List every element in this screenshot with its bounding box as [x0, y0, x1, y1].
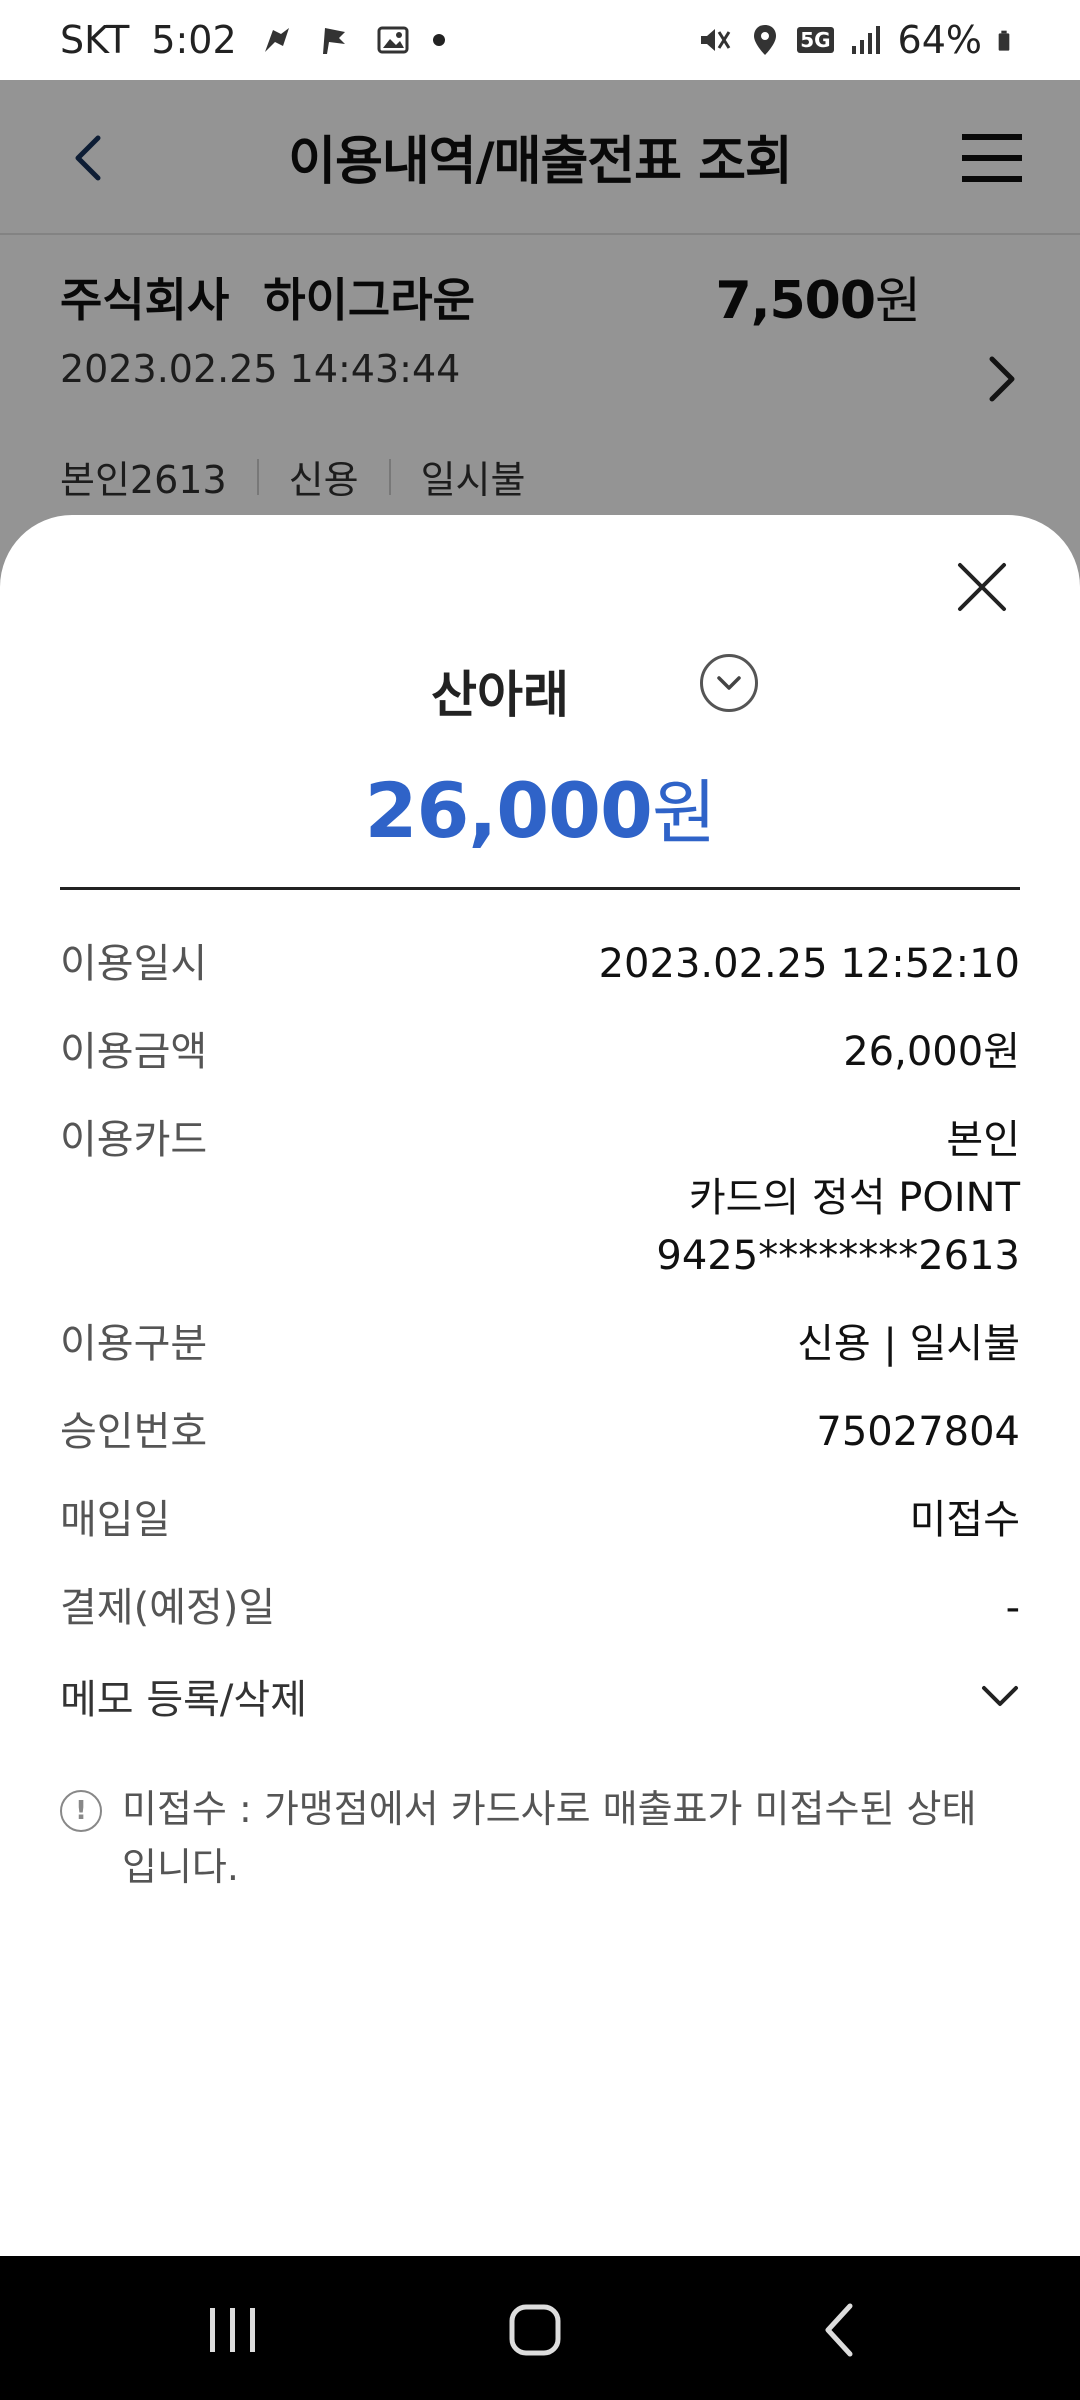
sheet-merchant-name: 산아래 — [431, 666, 569, 724]
back-nav-icon[interactable] — [806, 2300, 876, 2360]
card-owner: 본인 — [946, 1117, 1020, 1163]
detail-value: 미접수 — [909, 1497, 1020, 1543]
app-notification-icon — [264, 28, 289, 52]
flag-notification-icon — [322, 28, 345, 54]
notice-text: 미접수 : 가맹점에서 카드사로 매출표가 미접수된 상태 입니다. — [122, 1787, 977, 1889]
detail-label: 승인번호 — [60, 1409, 208, 1455]
signal-icon — [851, 26, 880, 54]
memo-toggle[interactable]: 메모 등록/삭제 — [60, 1667, 1020, 1725]
detail-value: 75027804 — [816, 1409, 1020, 1455]
card-name: 카드의 정석 POINT — [688, 1175, 1020, 1221]
memo-label: 메모 등록/삭제 — [60, 1677, 307, 1723]
battery-icon — [998, 30, 1010, 51]
notice: ! 미접수 : 가맹점에서 카드사로 매출표가 미접수된 상태 입니다. — [60, 1780, 1020, 1896]
card-number: 9425********2613 — [656, 1233, 1020, 1279]
detail-row-card: 이용카드 본인 카드의 정석 POINT 9425********2613 — [60, 1111, 1020, 1285]
home-icon[interactable] — [500, 2300, 570, 2360]
detail-label: 이용카드 — [60, 1117, 208, 1163]
detail-row-purchase-date: 매입일 미접수 — [60, 1491, 1020, 1549]
close-icon[interactable] — [954, 559, 1010, 615]
sheet-amount-value: 26,000 — [364, 766, 653, 855]
sheet-amount: 26,000원 — [0, 757, 1080, 858]
clock: 5:02 — [151, 18, 237, 62]
detail-label: 매입일 — [60, 1497, 171, 1543]
detail-row-payment-date: 결제(예정)일 - — [60, 1579, 1020, 1637]
detail-label: 이용일시 — [60, 941, 208, 987]
detail-value: 본인 카드의 정석 POINT 9425********2613 — [656, 1111, 1020, 1285]
gallery-notification-icon — [377, 26, 409, 54]
detail-label: 이용구분 — [60, 1321, 208, 1367]
amount-divider — [60, 887, 1020, 890]
chevron-down-icon — [717, 676, 741, 690]
detail-row-approval: 승인번호 75027804 — [60, 1403, 1020, 1461]
detail-row-amount: 이용금액 26,000원 — [60, 1023, 1020, 1081]
detail-value: 신용 | 일시불 — [797, 1321, 1020, 1367]
system-nav-bar — [0, 2256, 1080, 2400]
detail-list: 이용일시 2023.02.25 12:52:10 이용금액 26,000원 이용… — [60, 935, 1020, 1725]
transaction-detail-sheet: 산아래 26,000원 이용일시 2023.02.25 12:52:10 이용금… — [0, 515, 1080, 2256]
detail-label: 결제(예정)일 — [60, 1585, 276, 1631]
recent-apps-icon[interactable] — [198, 2300, 268, 2360]
chevron-down-icon — [982, 1686, 1018, 1706]
network-type-label: 5G — [797, 27, 834, 53]
merchant-expand-button[interactable] — [700, 654, 758, 712]
vibrate-mute-icon — [701, 29, 731, 51]
status-bar: SKT 5:02 5G 64% — [0, 0, 1080, 80]
sheet-amount-unit: 원 — [651, 772, 716, 854]
detail-value: 2023.02.25 12:52:10 — [598, 941, 1020, 987]
detail-value: 26,000원 — [843, 1029, 1020, 1075]
battery-percent: 64% — [897, 18, 982, 62]
detail-row-datetime: 이용일시 2023.02.25 12:52:10 — [60, 935, 1020, 993]
more-notifications-icon — [432, 34, 445, 46]
info-icon: ! — [60, 1790, 102, 1832]
sheet-merchant: 산아래 — [0, 655, 1080, 727]
detail-row-category: 이용구분 신용 | 일시불 — [60, 1315, 1020, 1373]
carrier-label: SKT — [60, 18, 130, 62]
location-icon — [754, 25, 777, 55]
detail-label: 이용금액 — [60, 1029, 208, 1075]
detail-value: - — [1005, 1585, 1020, 1631]
